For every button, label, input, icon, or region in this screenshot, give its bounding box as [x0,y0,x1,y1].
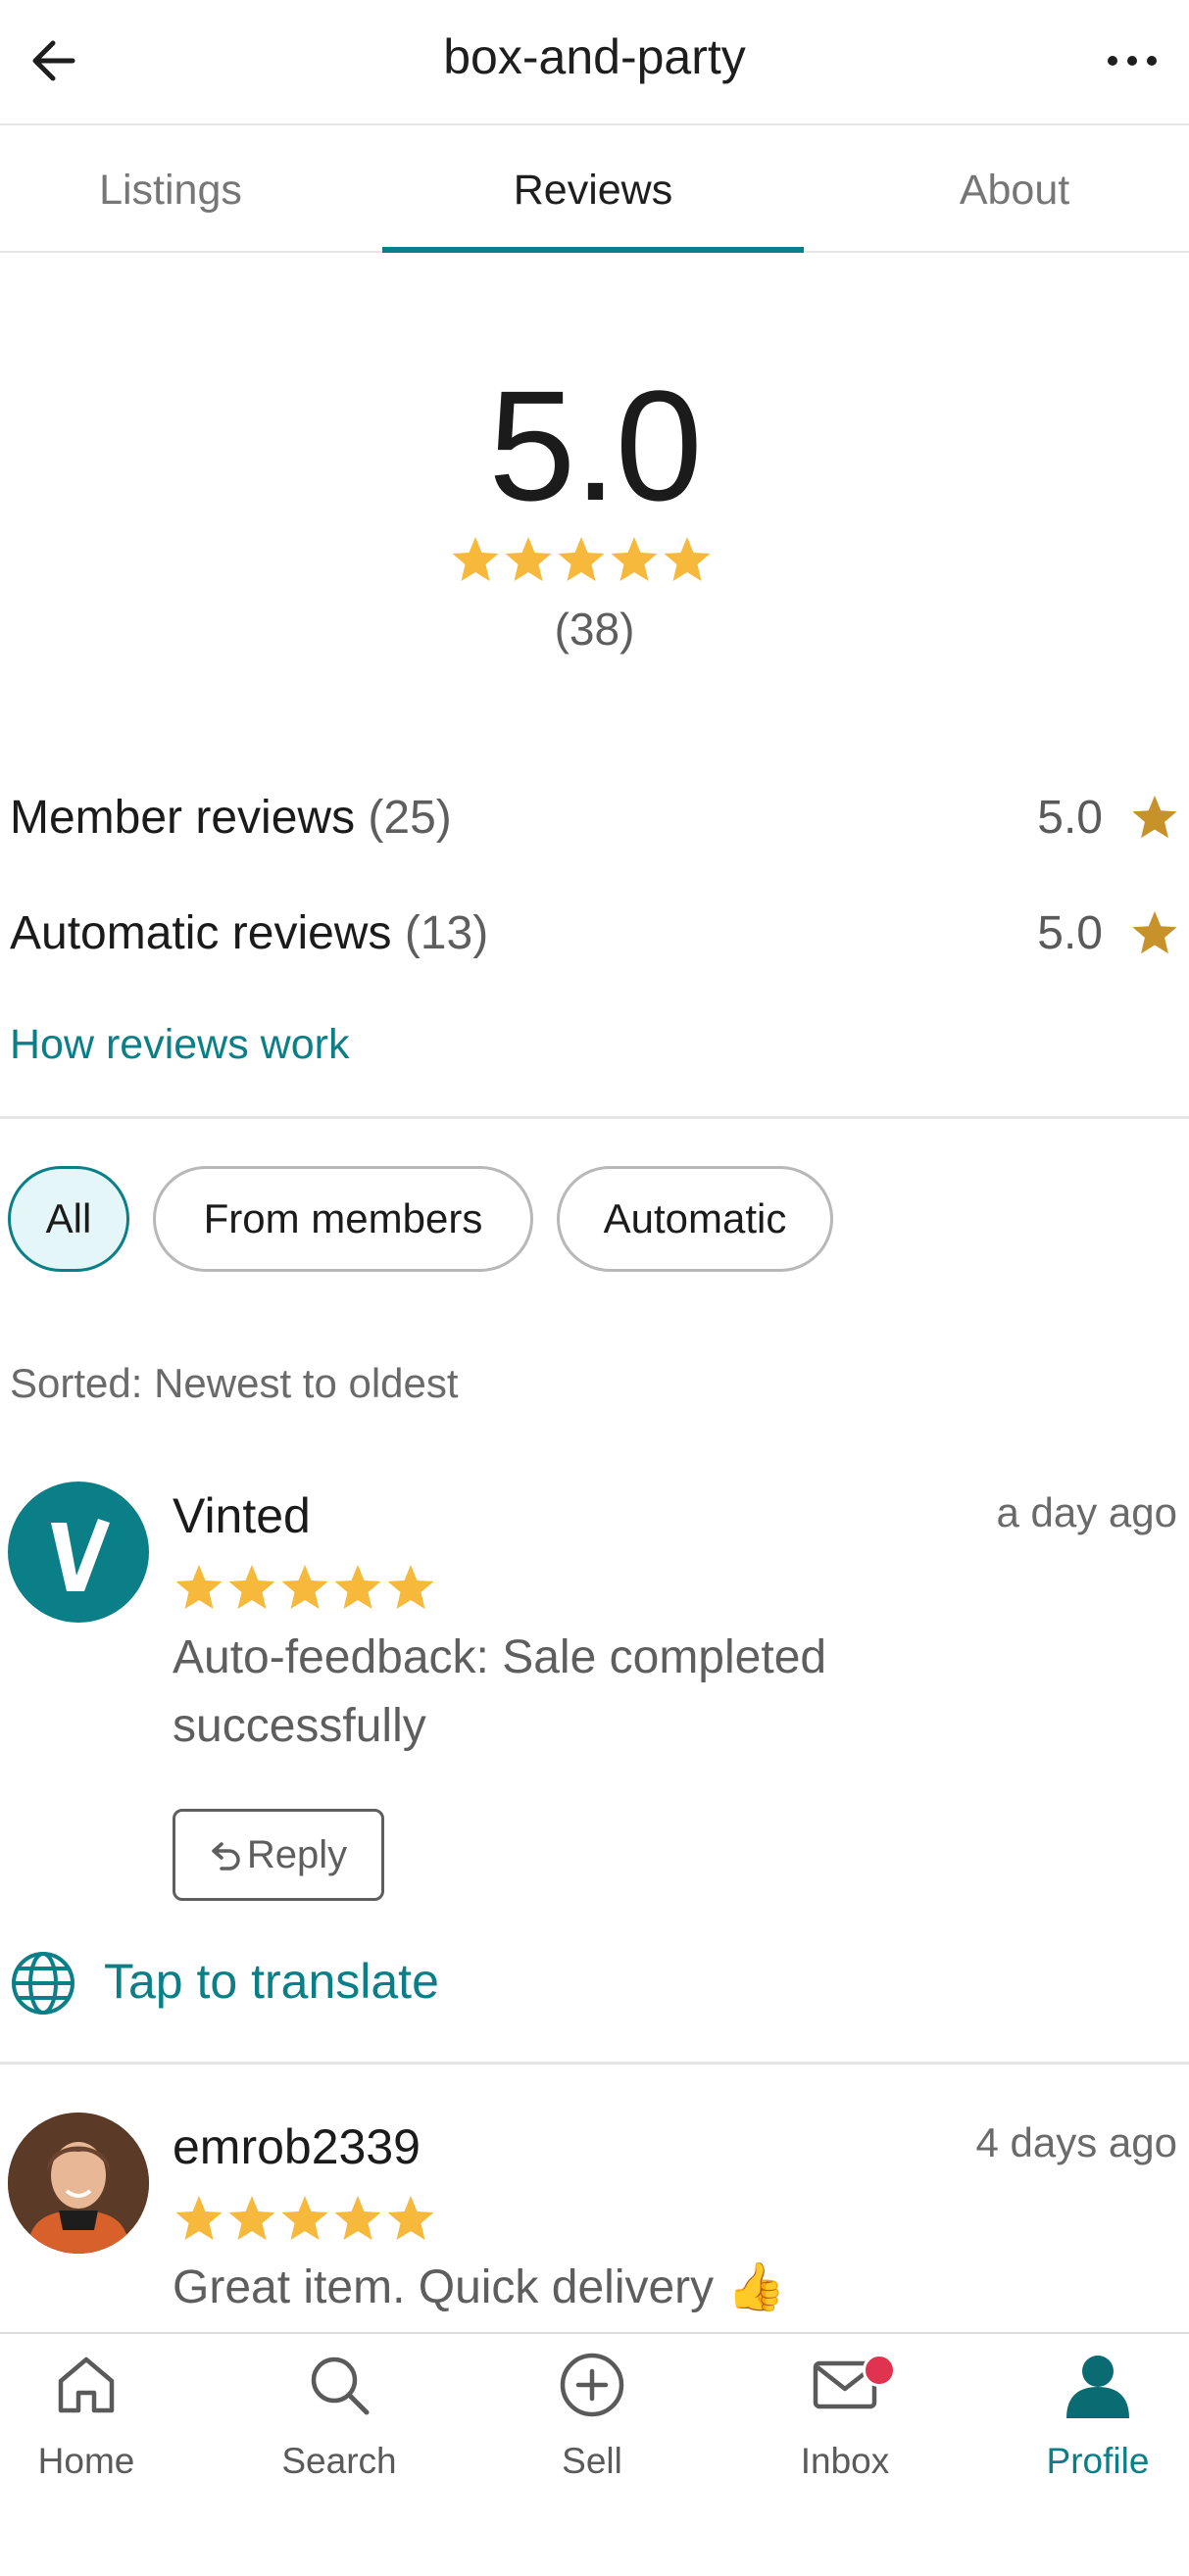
member-reviews-count: (25) [368,792,452,844]
star-icon [1132,795,1177,839]
nav-home-label: Home [37,2441,135,2481]
star-icon [387,1565,434,1609]
nav-sell-label: Sell [562,2441,622,2481]
vinted-logo-icon [51,1519,110,1591]
nav-inbox[interactable]: Inbox [757,2350,933,2497]
translate-label: Tap to translate [104,1954,439,2009]
member-reviews-label: Member reviews (25) [10,784,452,852]
search-icon [311,2357,370,2415]
member-reviews-title: Member reviews [10,792,356,844]
top-bar: box-and-party [0,0,1189,125]
review-time: a day ago [996,1489,1178,1535]
automatic-reviews-label: Automatic reviews (13) [10,899,488,968]
sort-order-label: Sorted: Newest to oldest [10,1360,459,1406]
overall-stars [452,537,711,581]
reply-button[interactable]: Reply [173,1809,384,1901]
star-icon [387,2196,434,2240]
member-reviews-score: 5.0 [1037,792,1103,844]
tab-about[interactable]: About [818,127,1189,253]
reply-arrow-icon [212,1842,240,1871]
star-icon [558,537,605,581]
avatar-vinted[interactable] [8,1482,149,1623]
divider [0,2062,1189,2065]
review-stars [175,1565,434,1609]
person-icon [1066,2356,1129,2418]
reply-label: Reply [246,1833,348,1876]
star-icon [228,1565,275,1609]
star-icon [664,537,711,581]
review-time: 4 days ago [975,2119,1178,2165]
star-icon [175,2196,223,2240]
home-icon [58,2357,115,2413]
avatar-emrob2339[interactable] [8,2113,149,2254]
nav-sell[interactable]: Sell [504,2350,680,2497]
automatic-reviews-row: Automatic reviews (13) 5.0 [10,899,1179,968]
nav-profile-label: Profile [1046,2441,1150,2481]
nav-inbox-label: Inbox [800,2441,890,2481]
star-icon [334,1565,381,1609]
review-text: Great item. Quick delivery 👍 [173,2261,786,2313]
review-text: Auto-feedback: Sale completed successful… [173,1631,827,1752]
star-icon [175,1565,223,1609]
automatic-reviews-title: Automatic reviews [10,907,392,959]
active-tab-indicator [382,247,804,253]
unread-badge [863,2354,896,2387]
plus-circle-icon [560,2353,624,2417]
star-icon [281,1565,328,1609]
filter-automatic-chip[interactable]: Automatic [557,1166,833,1272]
automatic-reviews-score: 5.0 [1037,907,1103,959]
automatic-reviews-count: (13) [404,907,489,959]
more-options-button[interactable] [1101,29,1164,92]
globe-icon [12,1952,74,2015]
reviewer-name[interactable]: Vinted [173,1484,311,1547]
star-icon [611,537,658,581]
overall-rating: 5.0 [488,358,702,533]
star-icon [334,2196,381,2240]
review-count: (38) [554,604,635,655]
filter-from-members-chip[interactable]: From members [153,1166,533,1272]
bottom-navigation: Home Search Sell Inbox Profile [0,2332,1189,2576]
tab-listings[interactable]: Listings [0,127,367,253]
member-reviews-row: Member reviews (25) 5.0 [10,784,1179,852]
filter-all-chip[interactable]: All [8,1166,129,1272]
reviews-page: box-and-party Listings Reviews About 5.0… [0,0,1189,2576]
reviewer-name[interactable]: emrob2339 [173,2115,421,2178]
star-icon [281,2196,328,2240]
star-icon [1132,910,1177,954]
nav-search[interactable]: Search [251,2350,427,2497]
star-icon [505,537,552,581]
star-icon [452,537,499,581]
review-stars [175,2196,434,2240]
divider [0,1116,1189,1119]
nav-search-label: Search [281,2441,397,2481]
nav-home[interactable]: Home [0,2350,174,2497]
page-title: box-and-party [443,29,746,84]
user-photo-icon [8,2113,149,2254]
tab-reviews[interactable]: Reviews [397,127,789,253]
profile-tabs: Listings Reviews About [0,127,1189,253]
star-icon [228,2196,275,2240]
nav-profile[interactable]: Profile [1010,2350,1186,2497]
more-dots-icon [1108,56,1157,66]
how-reviews-work-link[interactable]: How reviews work [10,1015,349,1074]
